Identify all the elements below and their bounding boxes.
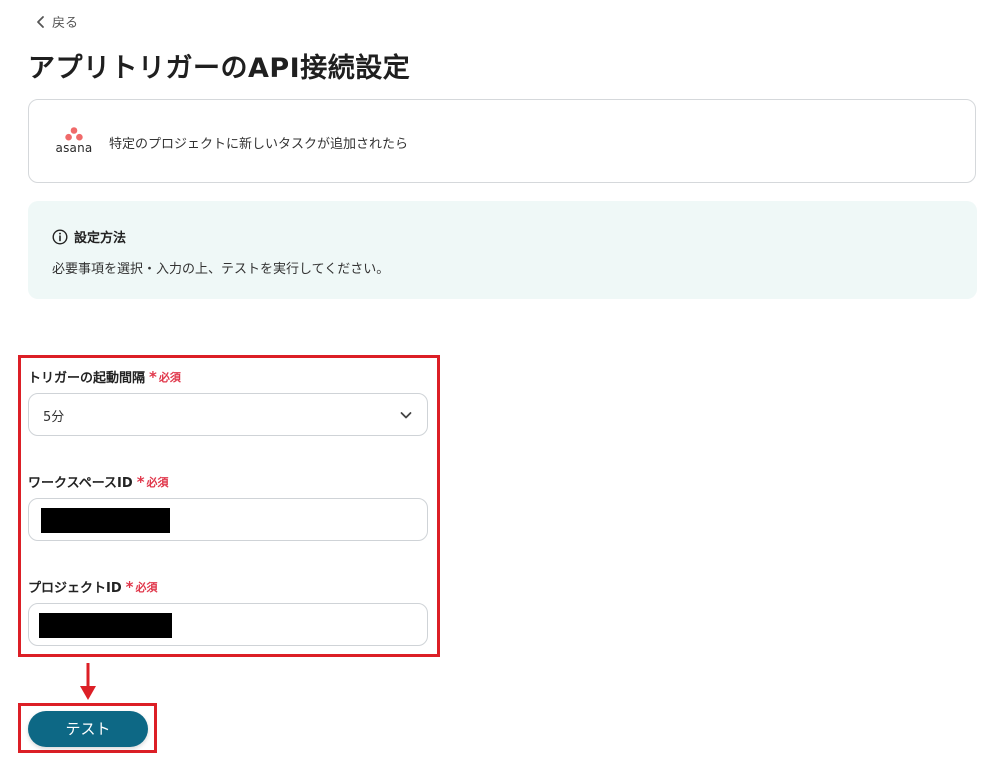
back-label: 戻る <box>52 16 79 31</box>
info-icon <box>52 228 68 245</box>
interval-label-text: トリガーの起動間隔 <box>28 371 146 386</box>
back-link[interactable]: 戻る <box>34 12 78 31</box>
info-title-row: 設定方法 <box>52 227 126 246</box>
project-id-input[interactable] <box>28 603 428 646</box>
required-text: 必須 <box>146 475 169 489</box>
info-body: 必要事項を選択・入力の上、テストを実行してください。 <box>52 262 390 277</box>
project-id-field-label: プロジェクトID * 必須 <box>28 577 158 597</box>
required-text: 必須 <box>135 580 158 594</box>
chevron-left-icon <box>37 15 44 28</box>
project-id-label-text: プロジェクトID <box>28 581 122 596</box>
trigger-description: 特定のプロジェクトに新しいタスクが追加されたら <box>109 137 409 152</box>
required-text: 必須 <box>158 370 181 384</box>
test-button[interactable]: テスト <box>28 711 148 747</box>
app-trigger-card: asana 特定のプロジェクトに新しいタスクが追加されたら <box>28 99 976 183</box>
info-title: 設定方法 <box>74 231 127 246</box>
asana-wordmark: asana <box>55 141 93 155</box>
setup-info-box: 設定方法 必要事項を選択・入力の上、テストを実行してください。 <box>28 201 977 299</box>
page: 戻る アプリトリガーのAPI接続設定 asana 特定のプロジェクトに新しいタス… <box>0 0 993 760</box>
required-star: * <box>136 472 145 491</box>
redacted-value <box>41 508 170 533</box>
required-star: * <box>125 577 134 596</box>
arrow-down-icon <box>80 663 96 700</box>
workspace-id-field-label: ワークスペースID * 必須 <box>28 472 169 492</box>
interval-field-label: トリガーの起動間隔 * 必須 <box>28 367 181 387</box>
asana-dots-icon <box>65 127 83 141</box>
workspace-id-input[interactable] <box>28 498 428 541</box>
interval-select-value: 5分 <box>43 410 65 425</box>
page-title: アプリトリガーのAPI接続設定 <box>28 53 411 84</box>
redacted-value <box>39 613 172 638</box>
workspace-id-label-text: ワークスペースID <box>28 476 133 491</box>
interval-select[interactable]: 5分 <box>28 393 428 436</box>
asana-logo: asana <box>53 127 95 157</box>
required-star: * <box>149 367 157 386</box>
chevron-down-icon <box>400 412 412 419</box>
